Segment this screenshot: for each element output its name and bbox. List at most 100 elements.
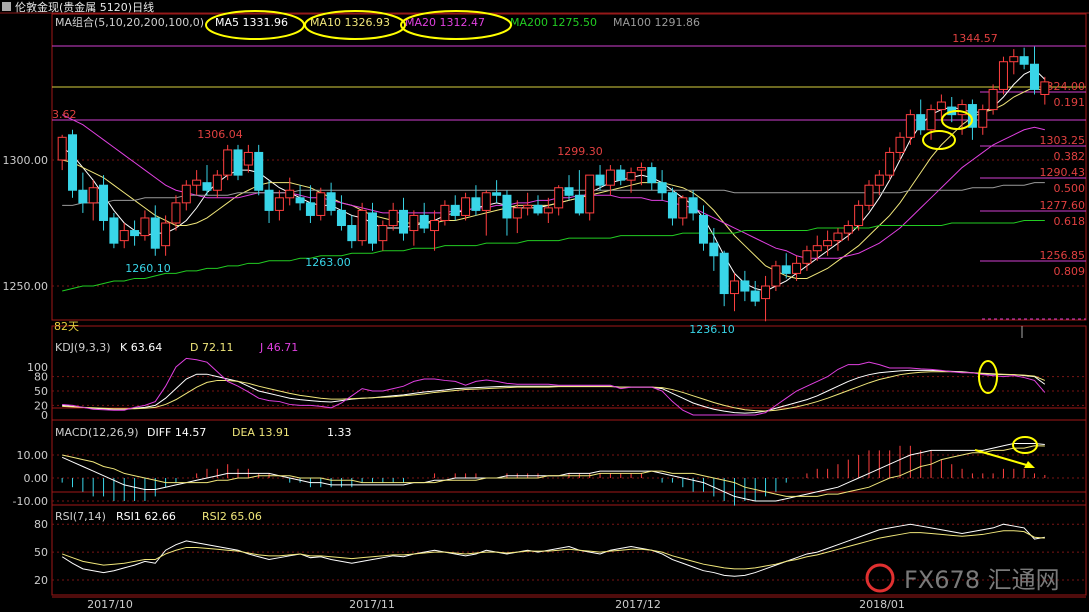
price-chart[interactable]: 伦敦金现(贵金属 5120)日线MA组合(5,10,20,200,100,0) M… [0, 0, 1089, 612]
candle-body [161, 222, 171, 247]
candle-body [998, 61, 1008, 90]
candle-body [874, 174, 884, 186]
candle-body [792, 262, 802, 274]
x-axis-label: 2017/12 [615, 598, 661, 611]
candle-body [543, 207, 553, 214]
rsi-legend-item: RSI1 62.66 [116, 510, 176, 523]
days-label: 82天 [54, 320, 79, 333]
rsi-legend-item: RSI2 65.06 [202, 510, 262, 523]
kdj-legend-item: J 46.71 [259, 341, 298, 354]
candle-body [988, 88, 998, 111]
candle-body [492, 192, 502, 196]
fib-price: 1290.43 [1040, 166, 1086, 179]
candle-body [843, 225, 853, 234]
x-axis-label: 2018/01 [859, 598, 905, 611]
ma-legend-item: MA组合(5,10,20,200,100,0) [55, 15, 204, 29]
fib-price: 1277.60 [1040, 199, 1086, 212]
candle-body [192, 179, 202, 186]
candle-body [419, 214, 429, 229]
candle-body [709, 242, 719, 257]
candle-body [1019, 56, 1029, 65]
candle-body [99, 184, 109, 221]
candle-body [750, 290, 760, 302]
candle-body [1040, 81, 1050, 95]
candle-body [171, 202, 181, 224]
candle-body [378, 225, 388, 242]
candle-body [854, 204, 864, 227]
ma-legend-item: MA20 1312.47 [405, 16, 485, 29]
candle-body [564, 187, 574, 196]
candle-body [895, 136, 905, 153]
candle-body [202, 182, 212, 191]
y-tick: 80 [34, 371, 48, 384]
candle-body [885, 151, 895, 176]
kdj-label: KDJ(9,3,3) [55, 341, 111, 354]
candle-body [605, 169, 615, 186]
y-tick: 1300.00 [3, 154, 49, 167]
candle-body [305, 202, 315, 216]
candle-body [1009, 56, 1019, 63]
candle-body [585, 174, 595, 214]
candle-body [481, 192, 491, 211]
candle-body [698, 214, 708, 244]
candle-body [761, 285, 771, 300]
price-annotation: 1260.10 [125, 262, 171, 275]
candle-body [285, 189, 295, 199]
fib-ratio: 0.500 [1054, 182, 1086, 195]
candle-body [554, 187, 564, 209]
candle-body [502, 194, 512, 219]
window-title: 伦敦金现(贵金属 5120)日线 [15, 0, 154, 14]
candle-body [243, 151, 253, 166]
y-tick: 1250.00 [3, 280, 49, 293]
candle-body [781, 265, 791, 274]
candle-body [523, 204, 533, 209]
candle-body [936, 101, 946, 111]
kdj-legend-item: K 63.64 [120, 341, 162, 354]
fib-ratio: 0.809 [1054, 265, 1086, 278]
candle-body [109, 217, 119, 244]
candle-body [336, 209, 346, 227]
candle-body [636, 167, 646, 171]
candle-body [730, 280, 740, 295]
ma-legend-item: MA200 1275.50 [510, 16, 597, 29]
candle-body [264, 189, 274, 211]
candle-body [409, 214, 419, 232]
fib-ratio: 0.618 [1054, 215, 1086, 228]
candle-body [771, 265, 781, 287]
price-annotation: 1236.10 [689, 323, 735, 336]
candle-body [440, 204, 450, 221]
candle-body [812, 245, 822, 252]
candle-body [1029, 63, 1039, 90]
candle-body [450, 204, 460, 216]
candle-body [233, 149, 243, 176]
candle-body [150, 217, 160, 249]
fib-price: 1303.25 [1040, 134, 1086, 147]
candle-body [78, 189, 88, 204]
candle-body [512, 207, 522, 219]
fib-ratio: 0.191 [1054, 96, 1086, 109]
candle-body [57, 136, 67, 161]
candle-body [667, 192, 677, 219]
candle-body [430, 219, 440, 232]
candle-body [130, 230, 140, 237]
candle-body [864, 184, 874, 206]
macd-legend-item: DEA 13.91 [232, 426, 290, 439]
kdj-legend-item: D 72.11 [190, 341, 233, 354]
y-tick: 50 [34, 385, 48, 398]
ma-legend-item: MA10 1326.93 [310, 16, 390, 29]
candle-body [657, 182, 667, 194]
y-tick: 50 [34, 546, 48, 559]
candle-body [388, 209, 398, 227]
candle-body [916, 114, 926, 131]
ma-legend-item: MA100 1291.86 [613, 16, 700, 29]
y-tick: 0 [41, 409, 48, 422]
x-axis-label: 2017/11 [349, 598, 395, 611]
candle-body [295, 197, 305, 204]
candle-body [616, 169, 626, 181]
candle-body [212, 174, 222, 191]
candle-body [688, 197, 698, 214]
candle-body [357, 209, 367, 242]
y-tick: 20 [34, 574, 48, 587]
candle-body [574, 194, 584, 214]
candle-body [978, 109, 988, 128]
